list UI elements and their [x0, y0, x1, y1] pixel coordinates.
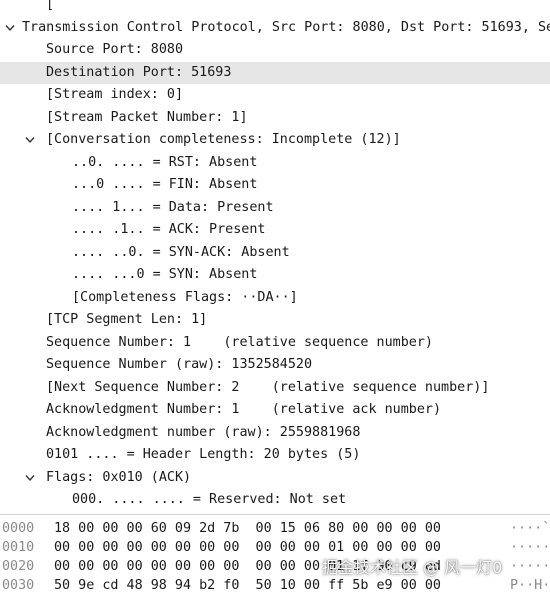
tree-row-label: Destination Port: 51693: [46, 64, 232, 80]
tree-node-expanded[interactable]: [Conversation completeness: Incomplete (…: [0, 129, 550, 151]
tree-row-label: .... 1... = Data: Present: [72, 199, 274, 215]
tree-leaf[interactable]: Acknowledgment number (raw): 2559881968: [0, 422, 550, 444]
hex-offset: 0020: [2, 559, 35, 574]
tree-row-label: Sequence Number (raw): 1352584520: [46, 357, 313, 372]
tree-row-label: Flags: 0x010 (ACK): [46, 469, 192, 485]
tree-row-label: [Next Sequence Number: 2 (relative seque…: [46, 379, 490, 395]
tree-leaf[interactable]: .... 1... = Data: Present: [0, 197, 550, 219]
chevron-down-icon[interactable]: [24, 129, 36, 151]
tree-row-label: ..0. .... = RST: Absent: [72, 154, 258, 170]
tree-leaf[interactable]: Sequence Number (raw): 1352584520: [0, 354, 550, 376]
tree-leaf[interactable]: [Stream index: 0]: [0, 84, 550, 106]
tree-row-label: 000. .... .... = Reserved: Not set: [72, 492, 347, 507]
tree-leaf[interactable]: Destination Port: 51693: [0, 61, 550, 84]
tree-leaf[interactable]: [: [0, 0, 550, 16]
tree-row-label: [: [46, 0, 55, 12]
tree-leaf[interactable]: .... ..0. = SYN-ACK: Absent: [0, 242, 550, 264]
tree-row-label: Transmission Control Protocol, Src Port:…: [22, 19, 550, 35]
tree-leaf[interactable]: .... ...0 = SYN: Absent: [0, 264, 550, 286]
watermark: 掘金技术社区 @ 风一灯0: [322, 558, 503, 577]
tree-leaf[interactable]: [Completeness Flags: ··DA··]: [0, 287, 550, 309]
tree-row-label: Source Port: 8080: [46, 42, 184, 57]
hex-offset: 0010: [2, 540, 35, 555]
tree-row-label: .... .1.. = ACK: Present: [72, 222, 266, 237]
hex-offset: 0000: [2, 521, 35, 536]
tree-leaf[interactable]: ..0. .... = RST: Absent: [0, 152, 550, 174]
tree-row-label: [Stream Packet Number: 1]: [46, 109, 248, 125]
tree-leaf[interactable]: .... .1.. = ACK: Present: [0, 219, 550, 241]
tree-leaf[interactable]: Source Port: 8080: [0, 39, 550, 61]
tree-row-label: 0101 .... = Header Length: 20 bytes (5): [46, 447, 361, 462]
tree-leaf[interactable]: 0101 .... = Header Length: 20 bytes (5): [0, 444, 550, 466]
tree-leaf[interactable]: Sequence Number: 1 (relative sequence nu…: [0, 332, 550, 354]
tree-row-label: Acknowledgment Number: 1 (relative ack n…: [46, 402, 442, 417]
tree-node-expanded[interactable]: Transmission Control Protocol, Src Port:…: [0, 17, 550, 39]
hex-offset: 0030: [2, 578, 35, 593]
hex-row[interactable]: 0010 00 00 00 00 00 00 00 00 00 00 00 01 …: [0, 538, 550, 557]
tree-row-label: Sequence Number: 1 (relative sequence nu…: [46, 334, 433, 350]
tree-leaf[interactable]: Acknowledgment Number: 1 (relative ack n…: [0, 399, 550, 421]
hex-ascii: ········: [510, 559, 550, 574]
chevron-down-icon[interactable]: [4, 17, 16, 39]
hex-ascii: ····`·-{: [510, 521, 550, 536]
hex-bytes: 18 00 00 00 60 09 2d 7b 00 15 06 80 00 0…: [54, 521, 441, 536]
hex-bytes: 00 00 00 00 00 00 00 00 00 00 00 01 00 0…: [54, 540, 441, 555]
tree-leaf[interactable]: [Next Sequence Number: 2 (relative seque…: [0, 377, 550, 399]
tree-row-label: [Conversation completeness: Incomplete (…: [46, 132, 401, 147]
tree-leaf[interactable]: ...0 .... = FIN: Absent: [0, 174, 550, 196]
tree-leaf[interactable]: 000. .... .... = Reserved: Not set: [0, 489, 550, 511]
hex-row[interactable]: 0000 18 00 00 00 60 09 2d 7b 00 15 06 80 …: [0, 519, 550, 538]
hex-ascii: P··H····: [510, 578, 550, 593]
tree-row-label: [Stream index: 0]: [46, 87, 184, 102]
tree-row-label: [Completeness Flags: ··DA··]: [72, 289, 298, 305]
tree-leaf[interactable]: [Stream Packet Number: 1]: [0, 107, 550, 129]
tree-row-label: Acknowledgment number (raw): 2559881968: [46, 424, 361, 440]
tree-row-label: ...0 .... = FIN: Absent: [72, 177, 258, 192]
tree-row-label: [TCP Segment Len: 1]: [46, 312, 208, 327]
tree-row-label: .... ...0 = SYN: Absent: [72, 267, 258, 282]
tree-leaf[interactable]: [TCP Segment Len: 1]: [0, 309, 550, 331]
tree-row-label: .... ..0. = SYN-ACK: Absent: [72, 244, 290, 260]
chevron-down-icon[interactable]: [24, 467, 36, 489]
tree-node-expanded[interactable]: Flags: 0x010 (ACK): [0, 467, 550, 489]
packet-details-tree: [ Transmission Control Protocol, Src Port…: [0, 0, 550, 514]
hex-ascii: ········: [510, 540, 550, 555]
